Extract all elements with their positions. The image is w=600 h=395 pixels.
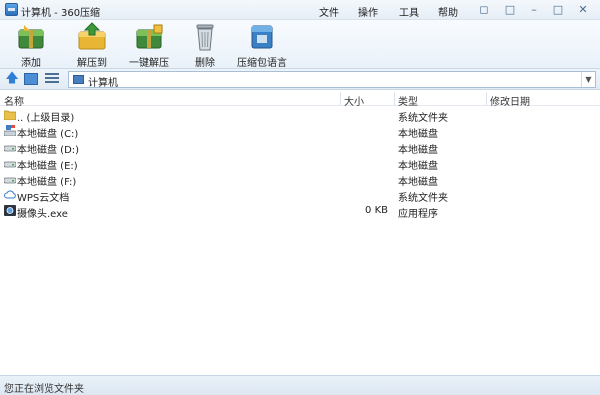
system-drive-icon: [4, 125, 16, 136]
delete-label: 删除: [195, 58, 215, 69]
file-type: 本地磁盘: [398, 129, 438, 140]
list-item[interactable]: 本地磁盘 (C:) 本地磁盘: [0, 123, 600, 140]
close-icon[interactable]: ✕: [576, 3, 590, 17]
delete-button[interactable]: 删除: [188, 22, 222, 69]
maximize-icon[interactable]: □: [551, 3, 565, 17]
extract-to-label: 解压到: [77, 58, 107, 69]
file-name: 摄像头.exe: [17, 209, 68, 220]
address-bar: 🡅 计算机 ▼: [0, 68, 600, 90]
file-size: 0 KB: [365, 205, 388, 216]
file-name: 本地磁盘 (E:): [17, 161, 78, 172]
archive-language-button[interactable]: 压缩包语言: [236, 22, 288, 69]
thumbnail-view-icon[interactable]: [24, 73, 38, 85]
drive-icon: [4, 161, 16, 168]
column-modified[interactable]: 修改日期: [490, 93, 530, 108]
file-name: 本地磁盘 (D:): [17, 145, 80, 156]
address-field[interactable]: 计算机 ▼: [68, 71, 596, 89]
column-divider[interactable]: [394, 92, 395, 105]
up-arrow-icon[interactable]: 🡅: [5, 72, 19, 86]
column-header: 名称 大小 类型 修改日期: [0, 91, 600, 108]
file-type: 系统文件夹: [398, 193, 448, 204]
skin-icon[interactable]: ◻: [477, 3, 491, 17]
menu-operation[interactable]: 操作: [358, 4, 378, 19]
one-click-extract-button[interactable]: 一键解压: [127, 22, 171, 69]
cloud-icon: [4, 190, 16, 199]
file-type: 本地磁盘: [398, 145, 438, 156]
column-divider[interactable]: [486, 92, 487, 105]
list-item[interactable]: 本地磁盘 (E:) 本地磁盘: [0, 155, 600, 172]
toolbar: 添加 解压到 一键解压 删除 压缩包语言: [0, 20, 600, 69]
status-bar: 您正在浏览文件夹: [0, 375, 600, 395]
list-item[interactable]: 本地磁盘 (F:) 本地磁盘: [0, 171, 600, 188]
file-type: 应用程序: [398, 209, 438, 220]
address-path: 计算机: [88, 78, 118, 89]
feedback-icon[interactable]: □: [503, 3, 517, 17]
archive-language-label: 压缩包语言: [237, 58, 287, 69]
status-text: 您正在浏览文件夹: [4, 384, 84, 395]
extract-to-icon: [75, 22, 109, 52]
add-label: 添加: [21, 58, 41, 69]
trash-icon: [188, 22, 222, 52]
chevron-down-icon[interactable]: ▼: [581, 72, 595, 87]
list-item[interactable]: WPS云文档 系统文件夹: [0, 187, 600, 204]
add-archive-icon: [14, 22, 48, 52]
menu-tools[interactable]: 工具: [399, 4, 419, 19]
window-title: 计算机 - 360压缩: [21, 8, 101, 19]
folder-up-icon: [4, 110, 16, 120]
add-button[interactable]: 添加: [14, 22, 48, 69]
column-size[interactable]: 大小: [344, 93, 364, 108]
column-name[interactable]: 名称: [4, 93, 24, 108]
menu-help[interactable]: 帮助: [438, 4, 458, 19]
camera-app-icon: [4, 205, 16, 216]
one-click-extract-label: 一键解压: [129, 58, 169, 69]
file-name: WPS云文档: [17, 193, 70, 204]
one-click-extract-icon: [132, 22, 166, 52]
drive-icon: [4, 145, 16, 152]
archive-language-icon: [245, 22, 279, 52]
drive-icon: [4, 177, 16, 184]
extract-to-button[interactable]: 解压到: [72, 22, 112, 69]
list-item[interactable]: 摄像头.exe 0 KB 应用程序: [0, 203, 600, 220]
file-name: .. (上级目录): [17, 113, 75, 124]
file-type: 系统文件夹: [398, 113, 448, 124]
list-view-icon[interactable]: [45, 73, 59, 85]
list-item[interactable]: 本地磁盘 (D:) 本地磁盘: [0, 139, 600, 156]
menu-file[interactable]: 文件: [319, 4, 339, 19]
list-item[interactable]: .. (上级目录) 系统文件夹: [0, 107, 600, 124]
minimize-icon[interactable]: –: [527, 3, 541, 17]
file-type: 本地磁盘: [398, 177, 438, 188]
column-divider[interactable]: [340, 92, 341, 105]
app-logo-icon: [5, 3, 18, 16]
computer-icon: [73, 75, 84, 84]
file-name: 本地磁盘 (C:): [17, 129, 79, 140]
file-type: 本地磁盘: [398, 161, 438, 172]
column-type[interactable]: 类型: [398, 93, 418, 108]
title-bar: 计算机 - 360压缩 文件 操作 工具 帮助 ◻ □ – □ ✕: [0, 0, 600, 20]
file-name: 本地磁盘 (F:): [17, 177, 77, 188]
